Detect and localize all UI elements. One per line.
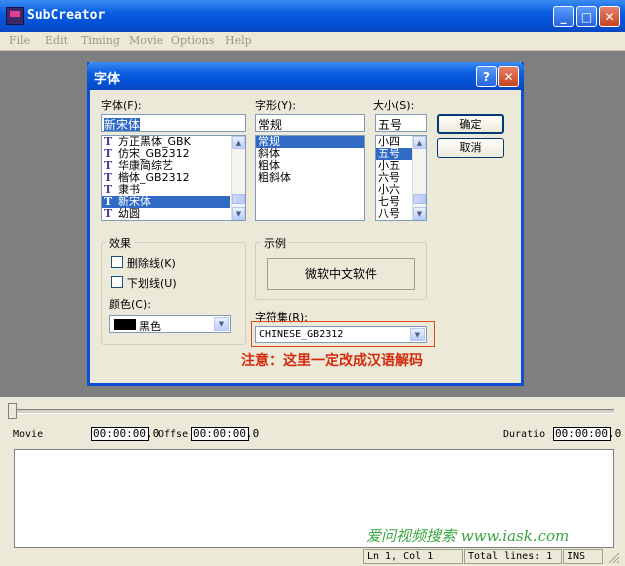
watermark: 爱问视频搜索 www.iask.com bbox=[366, 527, 570, 545]
style-label: 字形(Y): bbox=[255, 99, 297, 112]
menu-edit[interactable]: Edit bbox=[45, 34, 68, 47]
font-list-item-label: 幼圆 bbox=[118, 207, 140, 220]
underline-label: 下划线(U) bbox=[127, 277, 177, 290]
chevron-down-icon[interactable]: ▼ bbox=[214, 317, 229, 331]
size-input[interactable]: 五号 bbox=[375, 114, 427, 132]
menu-bar: File Edit Timing Movie Options Help bbox=[0, 32, 625, 51]
movie-label: Movie bbox=[13, 429, 44, 440]
cancel-button[interactable]: 取消 bbox=[437, 138, 504, 158]
strikeout-checkbox[interactable] bbox=[111, 256, 123, 268]
movie-time: 00:00:00.0 bbox=[91, 427, 160, 441]
menu-timing[interactable]: Timing bbox=[81, 34, 120, 47]
duration-time: 00:00:00.0 bbox=[553, 427, 622, 441]
size-list-scrollbar[interactable]: ▲ ▼ bbox=[412, 136, 426, 220]
status-total-lines: Total lines: 1 bbox=[464, 549, 562, 564]
truetype-icon: T bbox=[104, 207, 113, 220]
maximize-button[interactable]: □ bbox=[576, 6, 597, 27]
menu-help[interactable]: Help bbox=[225, 34, 252, 47]
font-listbox[interactable]: T 方正黑体_GBK T 仿宋_GB2312 T 华康简综艺 T 楷体_GB2312 T 隶书 T 新… bbox=[101, 135, 246, 221]
size-label: 大小(S): bbox=[373, 99, 415, 112]
scroll-down-icon[interactable]: ▼ bbox=[413, 207, 426, 220]
style-input[interactable]: 常规 bbox=[255, 114, 365, 132]
ok-button[interactable]: 确定 bbox=[437, 114, 504, 134]
style-listbox[interactable]: 常规 斜体 粗体 粗斜体 bbox=[255, 135, 365, 221]
scroll-up-icon[interactable]: ▲ bbox=[413, 136, 426, 149]
charset-combobox[interactable]: CHINESE_GB2312 ▼ bbox=[255, 326, 427, 343]
style-list-item[interactable]: 粗斜体 bbox=[256, 172, 364, 184]
timeline-track[interactable] bbox=[10, 409, 614, 414]
app-icon bbox=[6, 7, 24, 25]
font-name-value: 新宋体 bbox=[104, 118, 141, 132]
underline-checkbox[interactable] bbox=[111, 276, 123, 288]
sample-title: 示例 bbox=[261, 235, 289, 251]
font-list-scrollbar[interactable]: ▲ ▼ bbox=[231, 136, 245, 220]
timeline-thumb[interactable] bbox=[8, 403, 17, 419]
color-value: 黑色 bbox=[139, 320, 161, 333]
window-title: SubCreator bbox=[27, 8, 106, 23]
scroll-thumb[interactable] bbox=[413, 194, 426, 204]
menu-file[interactable]: File bbox=[9, 34, 30, 47]
dialog-title: 字体 bbox=[94, 72, 121, 87]
help-button[interactable]: ? bbox=[476, 66, 497, 87]
scroll-down-icon[interactable]: ▼ bbox=[232, 207, 245, 220]
dialog-close-button[interactable]: ✕ bbox=[498, 66, 519, 87]
scroll-up-icon[interactable]: ▲ bbox=[232, 136, 245, 149]
size-list-item[interactable]: 八号 bbox=[376, 208, 412, 220]
offset-time: 00:00:00.0 bbox=[191, 427, 260, 441]
chevron-down-icon[interactable]: ▼ bbox=[410, 328, 425, 341]
status-mode: INS bbox=[563, 549, 603, 564]
effects-title: 效果 bbox=[106, 235, 134, 251]
scroll-thumb[interactable] bbox=[232, 194, 245, 204]
charset-value: CHINESE_GB2312 bbox=[259, 329, 344, 340]
color-swatch bbox=[114, 319, 136, 330]
close-button[interactable]: ✕ bbox=[599, 6, 620, 27]
menu-movie[interactable]: Movie bbox=[129, 34, 163, 47]
status-position: Ln 1, Col 1 bbox=[363, 549, 463, 564]
color-combobox[interactable]: 黑色 ▼ bbox=[109, 315, 231, 333]
resize-grip-icon[interactable] bbox=[606, 551, 622, 564]
sample-preview: 微软中文软件 bbox=[267, 258, 415, 290]
font-label: 字体(F): bbox=[101, 99, 142, 112]
menu-options[interactable]: Options bbox=[171, 34, 214, 47]
dialog-titlebar[interactable] bbox=[87, 62, 524, 90]
strikeout-label: 删除线(K) bbox=[127, 257, 176, 270]
offset-label: Offse bbox=[158, 429, 189, 440]
size-listbox[interactable]: 小四 五号 小五 六号 小六 七号 八号 ▲ ▼ bbox=[375, 135, 427, 221]
minimize-button[interactable]: _ bbox=[553, 6, 574, 27]
color-label: 颜色(C): bbox=[109, 298, 151, 311]
font-name-input[interactable]: 新宋体 bbox=[101, 114, 246, 132]
duration-label: Duratio bbox=[503, 429, 546, 440]
font-list-item[interactable]: T 幼圆 bbox=[102, 208, 230, 220]
annotation-note: 注意：这里一定改成汉语解码 bbox=[241, 353, 423, 369]
